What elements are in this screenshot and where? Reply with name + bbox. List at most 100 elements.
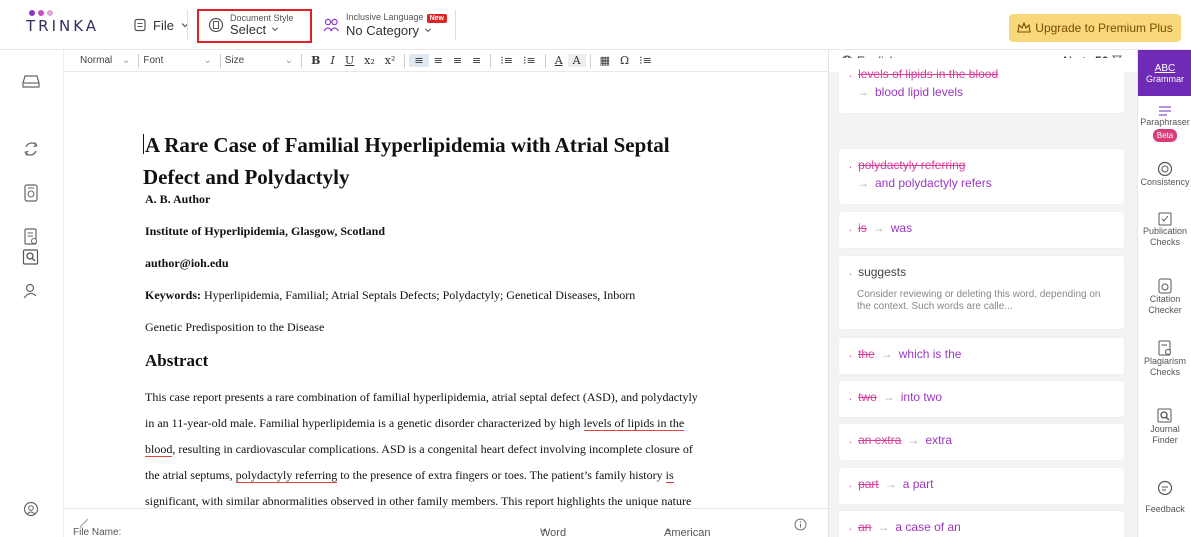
citation-icon[interactable]: [22, 184, 40, 202]
abc-check-icon: ABC: [1154, 62, 1176, 74]
suggestion-card[interactable]: . levels of lipids in the blood → blood lip…: [839, 58, 1124, 113]
suggestion-original: the: [858, 347, 875, 361]
divider: [490, 53, 492, 68]
abstract-paragraph: This case report presents a rare combina…: [145, 384, 785, 508]
size-value: Size: [224, 55, 245, 66]
suggestion-card[interactable]: . suggests Consider reviewing or deleting …: [839, 256, 1124, 329]
size-select[interactable]: Size: [225, 55, 285, 66]
abstract-line: the atrial septums, polydactyly referrin…: [145, 468, 674, 483]
tool-journal-finder[interactable]: Journal Finder: [1138, 408, 1191, 446]
align-right-button[interactable]: ≡: [448, 54, 467, 67]
indent-button[interactable]: ⁝≡: [634, 54, 657, 67]
suggestion-replacement[interactable]: into two: [901, 390, 942, 404]
numbered-list-button[interactable]: ⁝≡: [495, 54, 518, 67]
suggestion-original: an extra: [858, 433, 902, 447]
author-line: A. B. Author: [145, 192, 211, 206]
flagged-text[interactable]: is: [665, 468, 674, 483]
font-select[interactable]: Font: [143, 55, 203, 66]
right-tool-nav: ABC Grammar Paraphraser Beta Consistency…: [1137, 50, 1191, 537]
arrow-right-icon: →: [857, 85, 869, 99]
tool-journal-label: Journal Finder: [1150, 424, 1180, 445]
tool-publication-label: Publication Checks: [1142, 226, 1188, 247]
divider: [455, 10, 456, 40]
suggestion-replacement[interactable]: and polydactyly refers: [875, 176, 992, 190]
tool-citation-checker[interactable]: Citation Checker: [1138, 278, 1191, 316]
plagiarism-icon: [1158, 340, 1171, 356]
divider: [138, 53, 140, 68]
align-left-button[interactable]: ≡: [409, 54, 429, 67]
abstract-line: significant, with similar abnormalities …: [145, 494, 692, 508]
suggestion-card[interactable]: . two → into two: [839, 381, 1124, 417]
abstract-line: blood, resulting in cardiovascular compl…: [145, 442, 693, 457]
left-sidebar: [0, 50, 64, 537]
suggestion-card[interactable]: . an extra → extra: [839, 424, 1124, 460]
editor-canvas[interactable]: A Rare Case of Familial Hyperlipidemia w…: [64, 72, 828, 508]
flagged-text[interactable]: polydactyly referring: [235, 468, 338, 483]
tool-grammar-label: Grammar: [1146, 73, 1184, 84]
file-menu[interactable]: File: [133, 0, 190, 50]
suggestion-card[interactable]: . is → was: [839, 212, 1124, 248]
suggestion-card[interactable]: . part → a part: [839, 468, 1124, 504]
suggestion-card[interactable]: . polydactyly referring → and polydactyly r…: [839, 149, 1124, 204]
suggestion-replacement[interactable]: was: [891, 221, 912, 235]
user-add-icon[interactable]: [22, 282, 40, 300]
align-center-button[interactable]: ≡: [429, 54, 448, 67]
flagged-text[interactable]: levels of lipids in the: [583, 416, 685, 431]
trinka-logo[interactable]: TRINKA: [26, 10, 99, 35]
suggestion-replacement[interactable]: extra: [925, 433, 952, 447]
suggestion-replacement[interactable]: a part: [903, 477, 934, 491]
account-icon[interactable]: [22, 500, 40, 518]
underline-button[interactable]: U: [340, 54, 359, 67]
document-check-icon[interactable]: [22, 228, 40, 246]
chevron-down-icon: [271, 27, 278, 32]
drive-icon[interactable]: [22, 72, 40, 90]
bold-button[interactable]: B: [306, 54, 325, 67]
tool-publication-checks[interactable]: Publication Checks: [1138, 212, 1191, 248]
keywords-cont: Genetic Predisposition to the Disease: [145, 320, 325, 334]
journal-search-icon[interactable]: [22, 248, 40, 266]
tool-feedback[interactable]: Feedback: [1138, 480, 1191, 515]
abstract-line: This case report presents a rare combina…: [145, 390, 698, 404]
arrow-right-icon: →: [877, 520, 890, 534]
document-style-dropdown[interactable]: Document Style Select: [208, 0, 294, 50]
tool-consistency-label: Consistency: [1140, 177, 1190, 187]
bullet-list-button[interactable]: ⁝≡: [518, 54, 541, 67]
highlight-color-button[interactable]: A: [567, 54, 586, 67]
suggestion-replacement[interactable]: a case of an: [895, 520, 960, 534]
flagged-text[interactable]: blood: [145, 442, 173, 457]
text-color-button[interactable]: A: [550, 54, 568, 67]
suggestion-original: two: [858, 390, 877, 404]
paragraph-style-select[interactable]: Normal: [64, 55, 122, 66]
format-toolbar: Normal ⌄ Font ⌄ Size ⌄ B I U x₂ x² ≡ ≡ ≡…: [64, 50, 828, 72]
divider: [219, 53, 221, 68]
subscript-button[interactable]: x₂: [359, 54, 380, 67]
superscript-button[interactable]: x²: [380, 54, 401, 67]
special-char-button[interactable]: Ω: [615, 54, 634, 67]
tool-paraphraser[interactable]: Paraphraser Beta: [1138, 105, 1191, 142]
suggestion-replacement[interactable]: which is the: [899, 347, 962, 361]
sync-icon[interactable]: [22, 140, 40, 158]
tool-consistency[interactable]: Consistency: [1138, 161, 1191, 188]
keywords-line: Keywords: Hyperlipidemia, Familial; Atri…: [145, 282, 765, 308]
arrow-right-icon: →: [884, 477, 897, 491]
suggestion-replacement[interactable]: blood lipid levels: [875, 85, 963, 99]
suggestion-card[interactable]: . an → a case of an: [839, 511, 1124, 537]
upgrade-button[interactable]: Upgrade to Premium Plus: [1009, 14, 1181, 42]
suggestion-original: polydactyly referring: [858, 158, 966, 172]
people-icon: [323, 18, 339, 32]
journal-search-icon: [1157, 408, 1172, 423]
file-icon: [134, 18, 146, 32]
align-justify-button[interactable]: ≡: [467, 54, 486, 67]
tool-grammar[interactable]: ABC Grammar: [1138, 50, 1191, 96]
document-title-cont: Defect and Polydactyly: [143, 165, 350, 189]
top-bar: TRINKA File Document Style Select Inclus…: [0, 0, 1191, 50]
chevron-up-icon: ⌃: [540, 528, 550, 537]
keywords-text: Hyperlipidemia, Familial; Atrial Septals…: [204, 288, 636, 302]
chevron-down-icon: [181, 23, 189, 28]
italic-button[interactable]: I: [325, 54, 339, 67]
suggestion-card[interactable]: . the → which is the: [839, 338, 1124, 374]
inclusive-language-dropdown[interactable]: Inclusive Language New No Category: [323, 0, 447, 50]
table-button[interactable]: ▦: [595, 54, 615, 67]
tool-plagiarism-checks[interactable]: Plagiarism Checks: [1138, 340, 1191, 378]
info-icon[interactable]: [794, 518, 807, 534]
